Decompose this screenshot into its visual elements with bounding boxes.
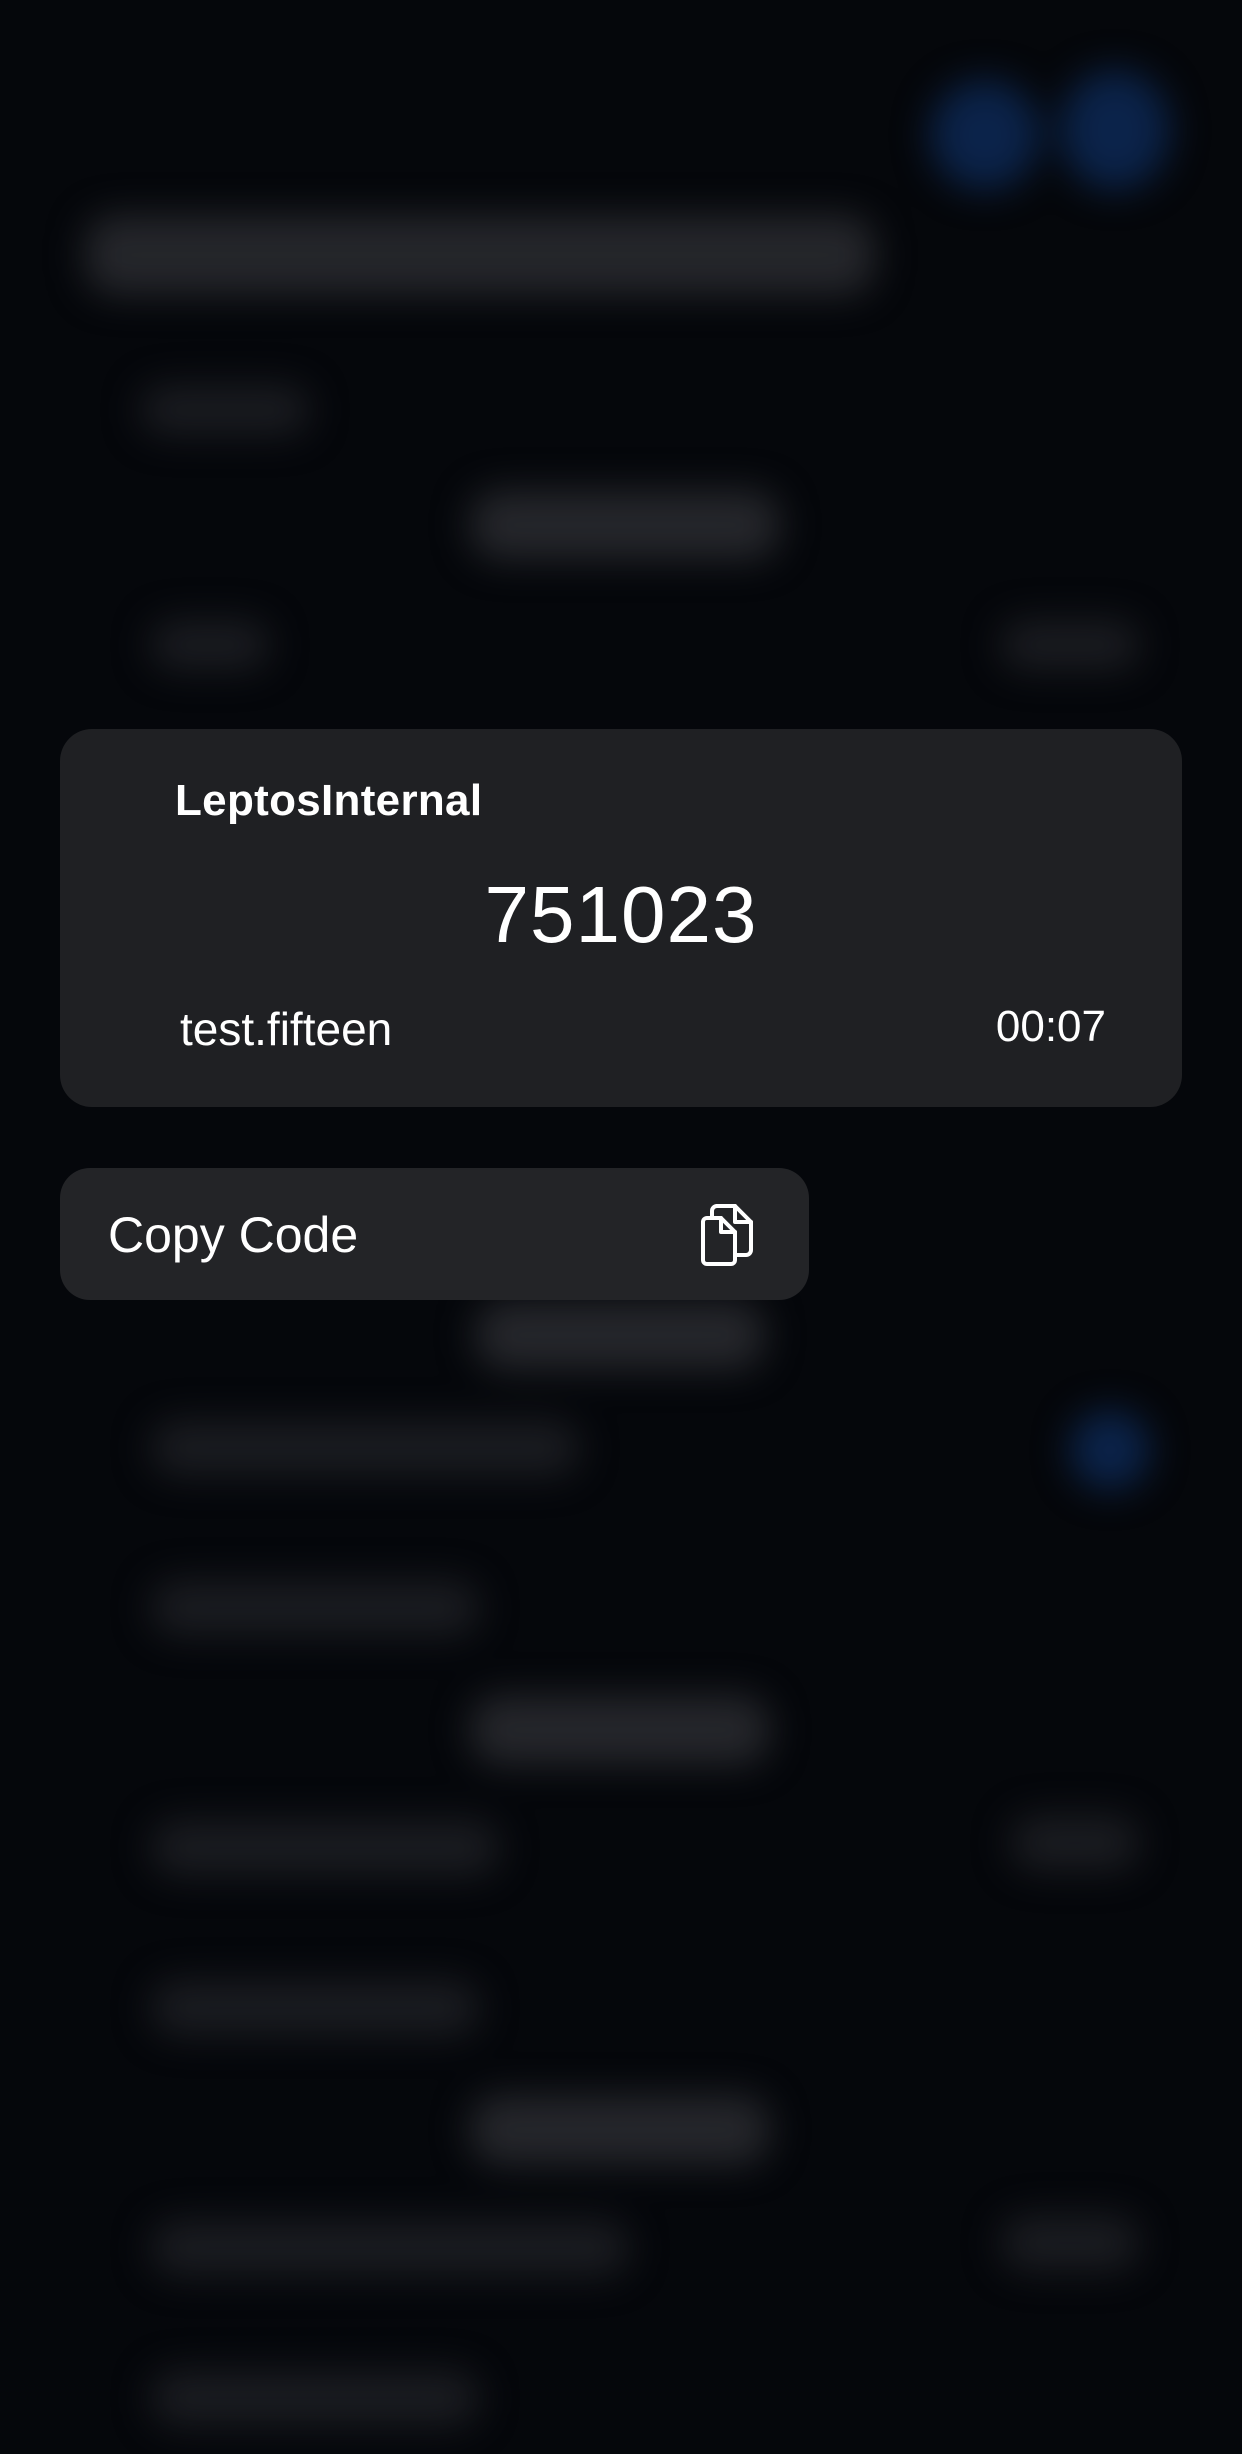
blurred-section-header [140,385,310,435]
copy-icon [697,1202,757,1268]
blurred-row-right [1010,1815,1140,1871]
blurred-row-left [150,620,270,670]
blurred-row-right [1000,2215,1140,2271]
blurred-icon [1070,1410,1150,1490]
blurred-row-right [1000,620,1140,670]
copy-code-button[interactable]: Copy Code [60,1168,809,1300]
blurred-section-header [150,2370,480,2426]
blurred-code [470,490,780,560]
otp-card: LeptosInternal 751023 test.fifteen 00:07 [60,729,1182,1107]
blurred-code [470,1695,770,1765]
copy-code-label: Copy Code [108,1207,359,1263]
issuer-name: LeptosInternal [175,776,483,825]
account-name: test.fifteen [180,1003,393,1055]
blurred-avatar-icon [930,80,1040,190]
blurred-section-header [150,1980,480,2036]
blurred-page-title [85,215,875,295]
blurred-row-left [150,1820,500,1876]
countdown-timer: 00:07 [995,1002,1106,1051]
blurred-section-header [150,1580,480,1636]
blurred-row-left [150,1420,580,1476]
otp-code: 751023 [484,870,758,959]
blurred-code [475,1300,765,1370]
blurred-add-icon [1060,70,1170,190]
blurred-row-left [150,2220,630,2276]
blurred-code [470,2095,770,2165]
